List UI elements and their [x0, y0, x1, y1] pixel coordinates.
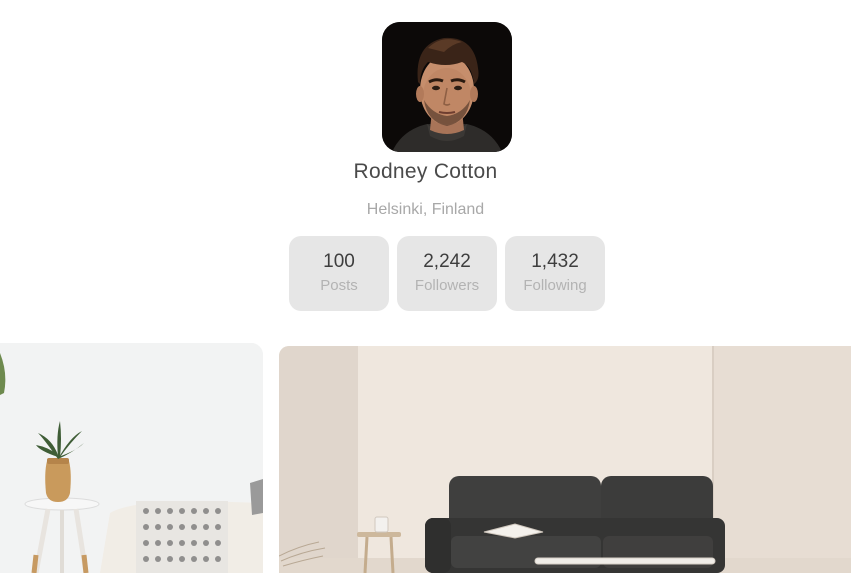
stat-followers[interactable]: 2,242 Followers [397, 236, 497, 311]
stat-following[interactable]: 1,432 Following [505, 236, 605, 311]
stat-following-value: 1,432 [531, 251, 579, 272]
gallery-photo-1[interactable] [0, 343, 263, 573]
avatar[interactable] [382, 22, 512, 152]
stat-following-label: Following [523, 277, 587, 294]
interior-photo-sofa-room [279, 346, 851, 573]
stat-followers-value: 2,242 [423, 251, 471, 272]
avatar-portrait-image [382, 22, 512, 152]
stat-posts-value: 100 [323, 251, 355, 272]
stat-posts[interactable]: 100 Posts [289, 236, 389, 311]
gallery-photo-2[interactable] [279, 346, 851, 573]
profile-name: Rodney Cotton [353, 160, 498, 183]
stat-posts-label: Posts [320, 277, 358, 294]
interior-photo-plant-stool [0, 343, 263, 573]
profile-page: Rodney Cotton Helsinki, Finland 100 Post… [0, 0, 851, 573]
stat-followers-label: Followers [414, 277, 480, 294]
profile-location: Helsinki, Finland [366, 201, 485, 218]
